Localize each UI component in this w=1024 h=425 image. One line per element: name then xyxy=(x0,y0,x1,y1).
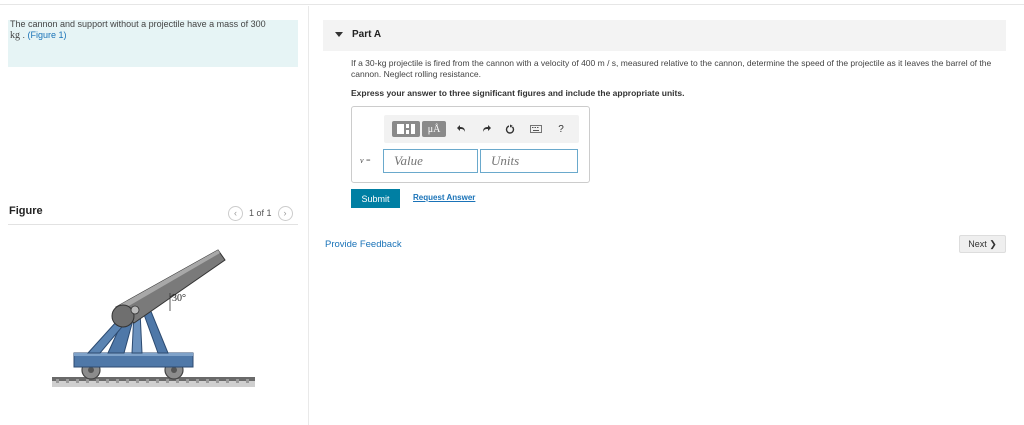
figure-pager: ‹ 1 of 1 › xyxy=(228,205,293,221)
templates-button[interactable] xyxy=(392,121,420,137)
problem-punctuation: . xyxy=(20,30,28,40)
question-text: If a 30-kg projectile is fired from the … xyxy=(351,58,992,79)
units-input[interactable] xyxy=(480,149,578,173)
problem-statement: The cannon and support without a project… xyxy=(10,19,290,41)
submit-button[interactable]: Submit xyxy=(351,189,400,208)
math-toolbar: μÅ ? xyxy=(384,115,579,143)
answer-box: μÅ ? v = xyxy=(351,106,590,183)
cannon-figure: 30° xyxy=(52,249,255,387)
reset-icon xyxy=(505,124,515,134)
pane-divider xyxy=(308,6,309,425)
units-button[interactable]: μÅ xyxy=(422,121,446,137)
next-button[interactable]: Next ❯ xyxy=(959,235,1006,253)
top-border xyxy=(0,4,1024,5)
variable-label: v = xyxy=(360,156,371,165)
prev-figure-button[interactable]: ‹ xyxy=(228,205,243,221)
track-rail xyxy=(52,377,255,381)
redo-icon xyxy=(483,125,491,132)
chevron-right-icon: › xyxy=(283,208,287,218)
provide-feedback-link[interactable]: Provide Feedback xyxy=(325,239,402,250)
help-button[interactable]: ? xyxy=(554,121,568,137)
problem-text: The cannon and support without a project… xyxy=(10,19,266,29)
mass-unit: kg xyxy=(10,30,20,41)
templates-icon xyxy=(397,124,415,134)
part-title: Part A xyxy=(352,29,382,40)
figure-link[interactable]: (Figure 1) xyxy=(28,30,67,40)
keyboard-icon xyxy=(530,125,542,133)
chevron-left-icon: ‹ xyxy=(234,208,237,218)
redo-button[interactable] xyxy=(478,121,494,137)
request-answer-link[interactable]: Request Answer xyxy=(413,193,475,202)
part-a-header[interactable]: Part A xyxy=(323,20,1006,51)
collapse-caret-icon xyxy=(335,32,343,37)
figure-separator xyxy=(8,224,298,225)
angle-label: 30° xyxy=(172,293,186,304)
value-input[interactable] xyxy=(383,149,478,173)
reset-button[interactable] xyxy=(502,121,518,137)
undo-icon xyxy=(457,125,465,132)
undo-button[interactable] xyxy=(454,121,470,137)
answer-instruction: Express your answer to three significant… xyxy=(351,88,685,98)
pager-count: 1 of 1 xyxy=(249,208,272,218)
keyboard-button[interactable] xyxy=(527,121,545,137)
next-figure-button[interactable]: › xyxy=(277,205,293,221)
figure-heading: Figure xyxy=(9,205,43,217)
